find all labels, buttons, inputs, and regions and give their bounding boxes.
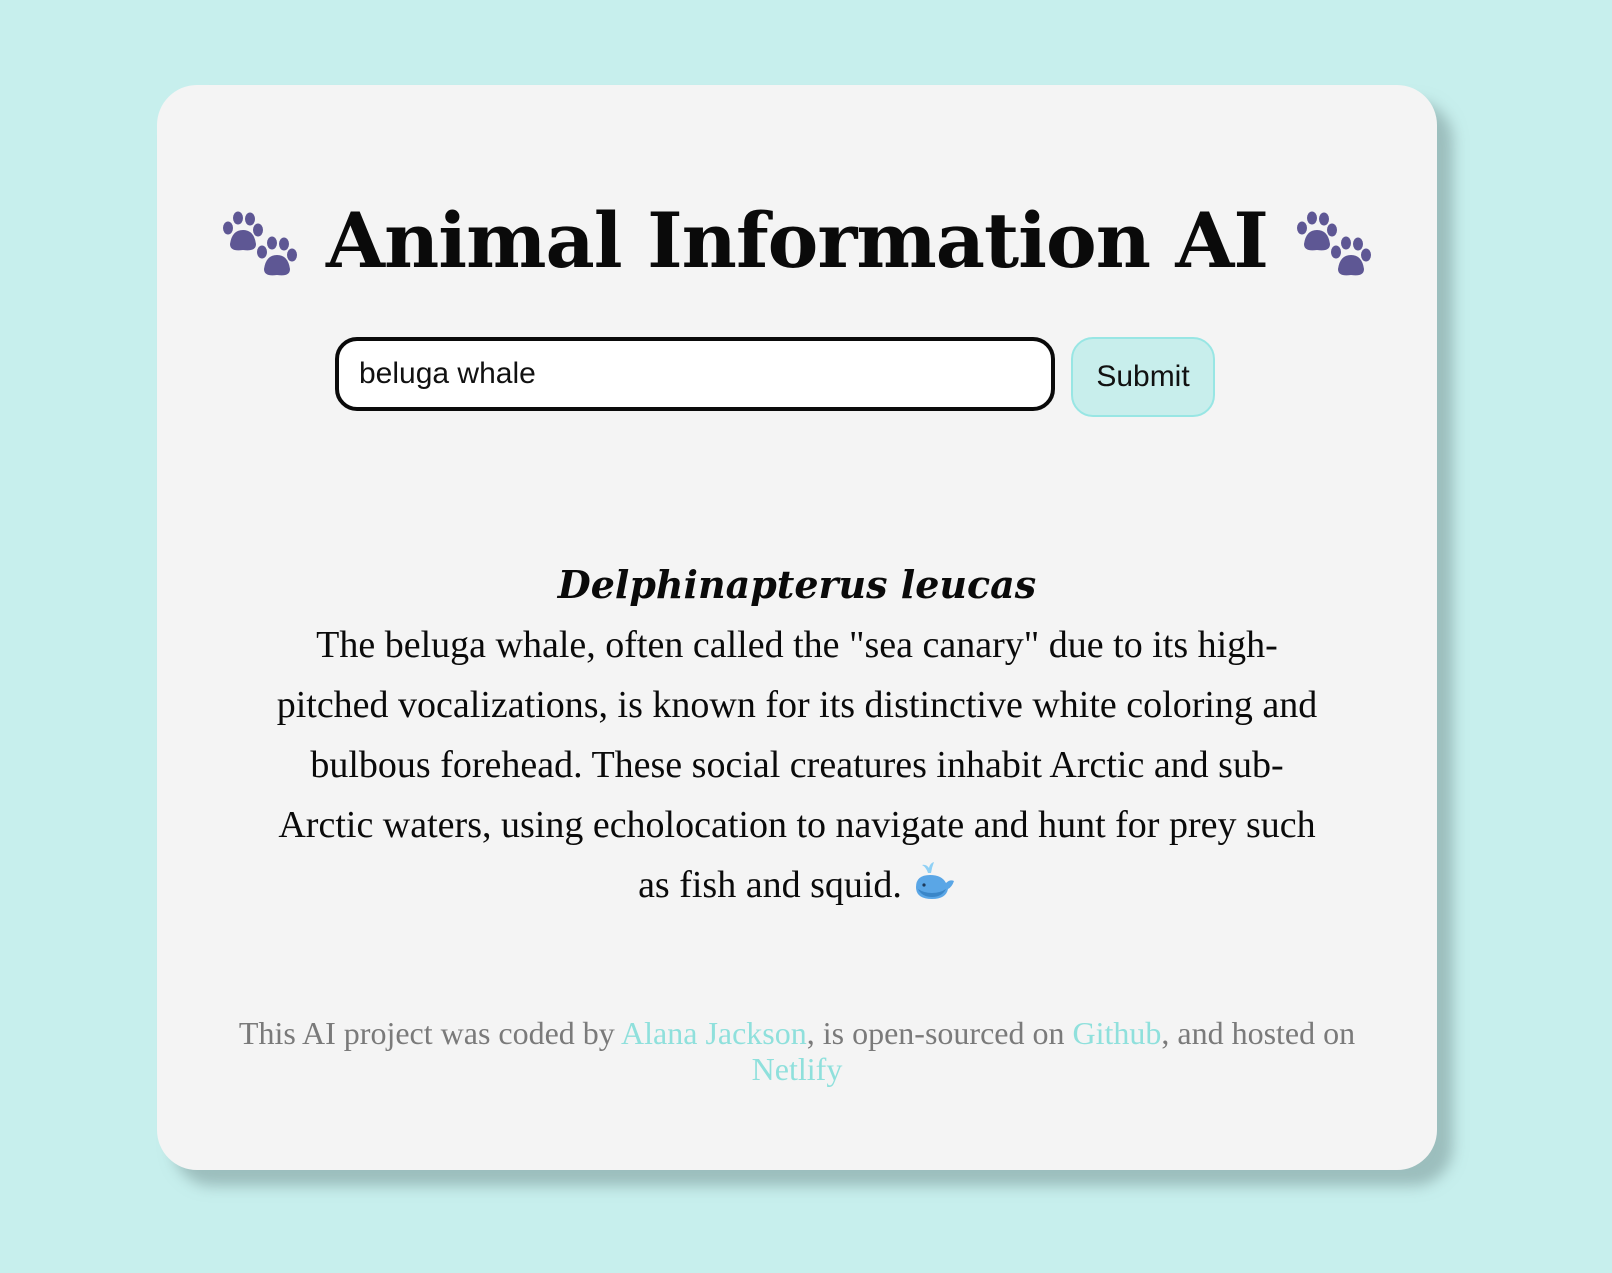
result-section: Delphinapterus leucas The beluga whale, … (237, 555, 1357, 915)
author-link[interactable]: Alana Jackson (621, 1015, 807, 1051)
header: Animal Information AI (157, 190, 1437, 290)
github-link[interactable]: Github (1072, 1015, 1161, 1051)
main-card: Animal Information AI Submit (157, 85, 1437, 1170)
netlify-link[interactable]: Netlify (752, 1051, 843, 1087)
footer-text: , and hosted on (1161, 1015, 1356, 1051)
paw-prints-icon (1294, 206, 1374, 286)
footer: This AI project was coded by Alana Jacks… (217, 1015, 1377, 1087)
footer-text: This AI project was coded by (238, 1015, 622, 1051)
paw-prints-icon (220, 206, 300, 286)
animal-description: The beluga whale, often called the "sea … (267, 615, 1327, 915)
search-input[interactable] (335, 337, 1055, 411)
footer-text: , is open-sourced on (806, 1015, 1073, 1051)
page-title: Animal Information AI (326, 195, 1269, 285)
spouting-whale-icon (912, 859, 956, 903)
search-form: Submit (335, 337, 1215, 417)
submit-button[interactable]: Submit (1071, 337, 1215, 417)
scientific-name: Delphinapterus leucas (557, 562, 1037, 607)
description-text: The beluga whale, often called the "sea … (276, 624, 1318, 906)
